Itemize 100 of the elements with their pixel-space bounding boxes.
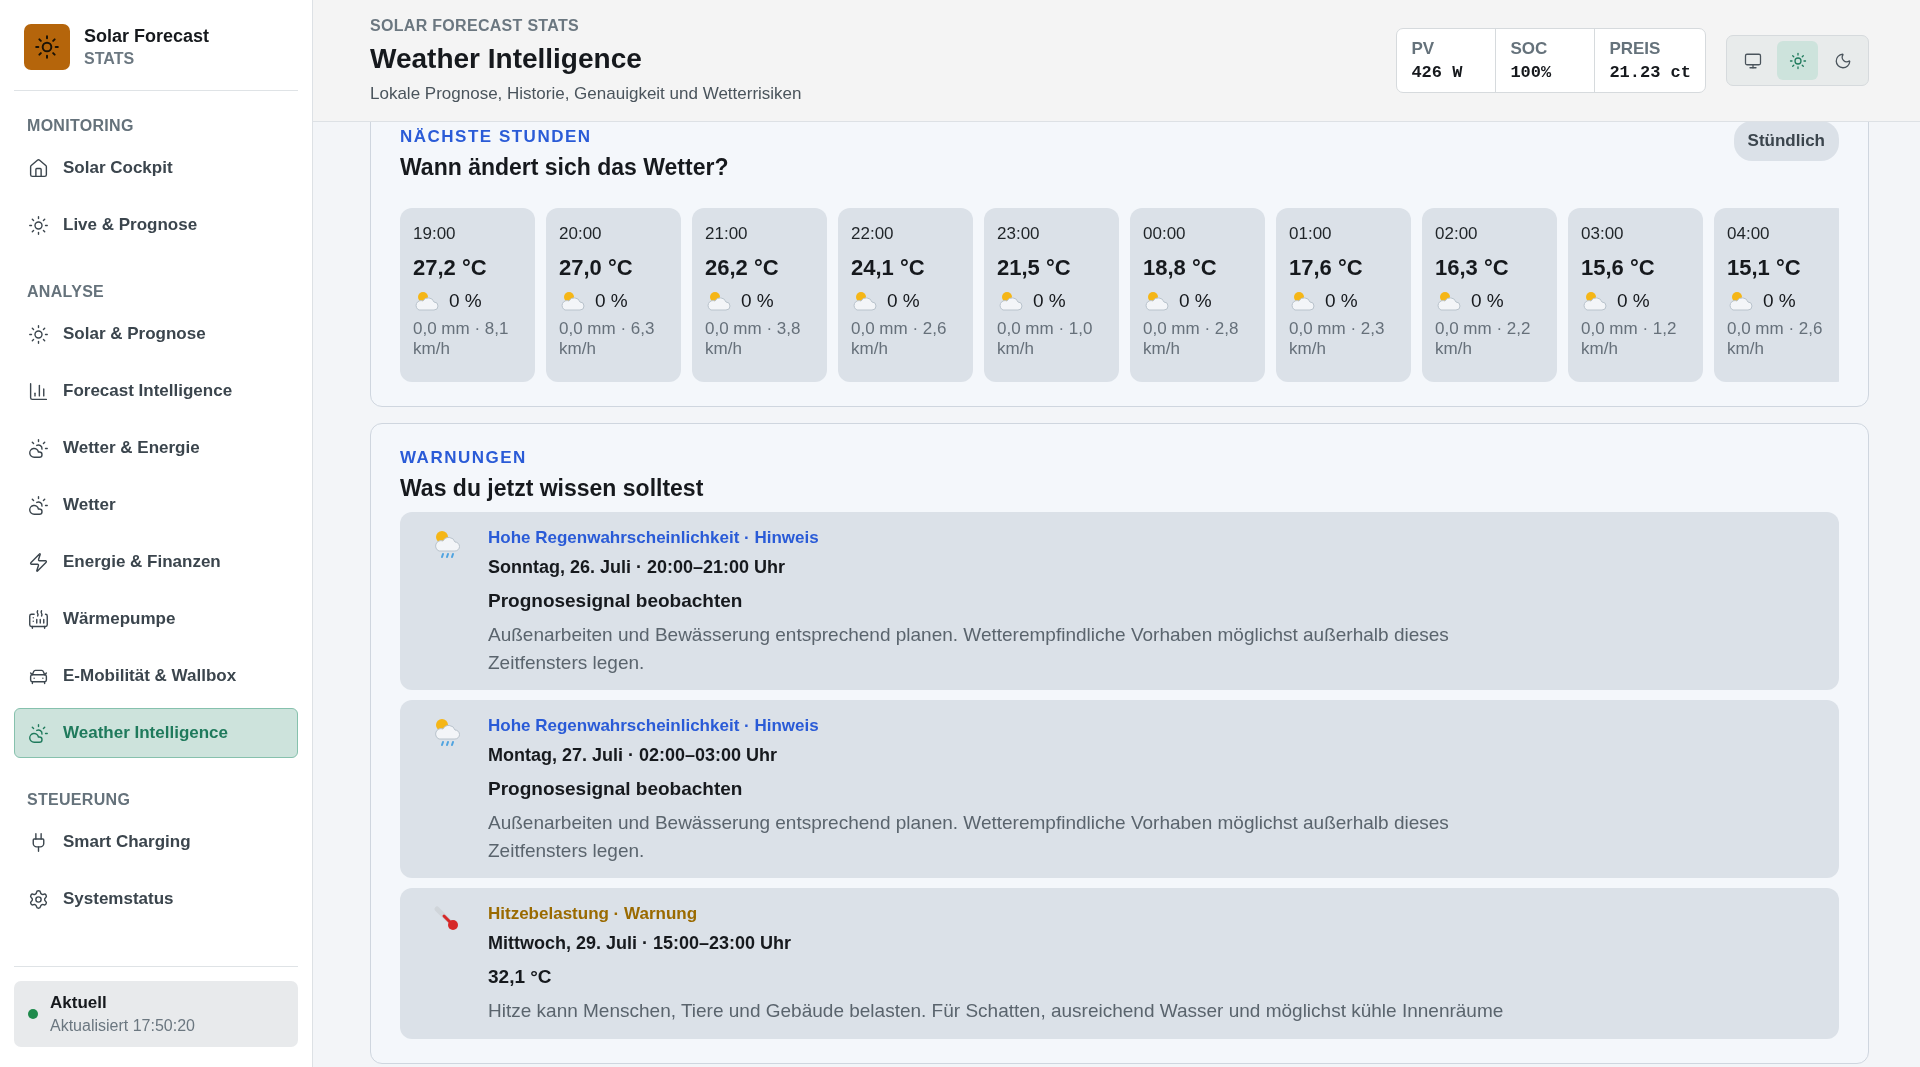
nav-icon [28, 437, 49, 459]
stat-label: PV [1411, 39, 1436, 59]
warning-time: Mittwoch, 29. Juli · 15:00–23:00 Uhr [488, 933, 793, 955]
hour-temperature: 16,3 °C [1435, 255, 1510, 281]
hour-detail: 0,0 mm · 1,2 km/h [1581, 319, 1678, 360]
stat-label: PREIS [1609, 39, 1662, 59]
nav-icon [28, 157, 49, 179]
warning-text: Hitze kann Menschen, Tiere und Gebäude belasten. Für Schatten, ausreichend Wasser und möglichst kühle Innenräume [488, 999, 1504, 1024]
hour-temperature: 17,6 °C [1289, 255, 1364, 281]
monitor-icon [1743, 51, 1762, 70]
hour-time: 22:00 [851, 224, 895, 244]
sun-logo-icon [24, 24, 70, 70]
nav-icon [28, 551, 49, 573]
hour-temperature: 26,2 °C [705, 255, 780, 281]
rain-chance: 0 % [1325, 290, 1358, 312]
warning-text: Außenarbeiten und Bewässerung entsprechend planen. Wetterempfindliche Vorhaben möglichst außerhalb dieses Zeitfensters legen. [488, 623, 1450, 675]
sun-behind-cloud-icon [705, 289, 731, 313]
nav-item[interactable]: Live & Prognose [14, 200, 298, 250]
page-kicker: SOLAR FORECAST STATS [370, 17, 580, 35]
status-updated: Aktualisiert 17:50:20 [50, 1017, 195, 1035]
hour-detail: 0,0 mm · 2,2 km/h [1435, 319, 1532, 360]
warning-type: Hohe Regenwahrscheinlichkeit · Hinweis [488, 716, 820, 737]
section-title: Was du jetzt wissen solltest [400, 475, 705, 502]
interval-badge: Stündlich [1733, 122, 1839, 161]
nav-item[interactable]: Smart Charging [14, 817, 298, 867]
rain-cloud-icon [432, 716, 462, 749]
rain-chance: 0 % [595, 290, 628, 312]
stat-label: SOC [1510, 39, 1549, 59]
nav-item[interactable]: Wetter & Energie [14, 423, 298, 473]
nav-icon [28, 323, 49, 345]
stat-value: 426 W [1411, 63, 1464, 82]
stat-value: 21.23 ct [1609, 63, 1691, 82]
hour-detail: 0,0 mm · 6,3 km/h [559, 319, 656, 360]
brand-title: Solar Forecast [84, 26, 210, 47]
sun-behind-cloud-icon [851, 289, 877, 313]
hour-temperature: 15,1 °C [1727, 255, 1802, 281]
hour-temperature: 21,5 °C [997, 255, 1072, 281]
hour-detail: 0,0 mm · 3,8 km/h [705, 319, 802, 360]
sun-behind-cloud-icon [1143, 289, 1169, 313]
hour-temperature: 24,1 °C [851, 255, 926, 281]
nav-item[interactable]: E-Mobilität & Wallbox [14, 651, 298, 701]
hour-detail: 0,0 mm · 2,8 km/h [1143, 319, 1240, 360]
warning-headline: 32,1 °C [488, 966, 553, 989]
rain-chance: 0 % [1471, 290, 1504, 312]
hour-detail: 0,0 mm · 2,3 km/h [1289, 319, 1386, 360]
hour-detail: 0,0 mm · 2,6 km/h [1727, 319, 1824, 360]
sun-behind-cloud-icon [1289, 289, 1315, 313]
page-title: Weather Intelligence [370, 43, 643, 75]
nav-item[interactable]: Forecast Intelligence [14, 366, 298, 416]
hour-time: 01:00 [1289, 224, 1333, 244]
warning-text: Außenarbeiten und Bewässerung entsprechend planen. Wetterempfindliche Vorhaben möglichst außerhalb dieses Zeitfensters legen. [488, 811, 1450, 863]
warning-time: Sonntag, 26. Juli · 20:00–21:00 Uhr [488, 557, 787, 578]
warning-type: Hitzebelastung · Warnung [488, 904, 699, 925]
hour-temperature: 18,8 °C [1143, 255, 1218, 281]
rain-chance: 0 % [1033, 290, 1066, 312]
hour-temperature: 27,0 °C [559, 255, 634, 281]
nav-item[interactable]: Systemstatus [14, 874, 298, 924]
nav-section-title: ANALYSE [26, 283, 106, 301]
nav-icon [28, 214, 49, 236]
hour-time: 19:00 [413, 224, 457, 244]
warning-type: Hohe Regenwahrscheinlichkeit · Hinweis [488, 528, 820, 548]
nav-item[interactable]: Solar & Prognose [14, 309, 298, 359]
hour-time: 04:00 [1727, 224, 1771, 244]
rain-chance: 0 % [741, 290, 774, 312]
rain-chance: 0 % [887, 290, 920, 312]
hour-detail: 0,0 mm · 8,1 km/h [413, 319, 510, 360]
brand-subtitle: STATS [84, 50, 136, 68]
nav-item[interactable]: Wetter [14, 480, 298, 530]
hour-time: 23:00 [997, 224, 1041, 244]
hour-detail: 0,0 mm · 2,6 km/h [851, 319, 948, 360]
rain-chance: 0 % [1617, 290, 1650, 312]
stat-value: 100% [1510, 63, 1553, 82]
warning-time: Montag, 27. Juli · 02:00–03:00 Uhr [488, 745, 779, 767]
sun-behind-cloud-icon [1581, 289, 1607, 313]
hour-detail: 0,0 mm · 1,0 km/h [997, 319, 1094, 360]
rain-chance: 0 % [449, 290, 482, 312]
rain-chance: 0 % [1763, 290, 1796, 312]
rain-cloud-icon [432, 528, 462, 560]
nav-icon [28, 722, 49, 744]
nav-item[interactable]: Wärmepumpe [14, 594, 298, 644]
hour-temperature: 27,2 °C [413, 255, 488, 281]
nav-item[interactable]: Weather Intelligence [14, 708, 298, 758]
nav-section-title: MONITORING [26, 117, 135, 135]
hour-time: 00:00 [1143, 224, 1187, 244]
sun-icon [1788, 51, 1807, 70]
sun-behind-cloud-icon [1727, 289, 1753, 313]
sun-behind-cloud-icon [997, 289, 1023, 313]
nav-section-title: STEUERUNG [26, 791, 132, 809]
section-kicker: WARNUNGEN [400, 448, 528, 468]
nav-item[interactable]: Solar Cockpit [14, 143, 298, 193]
sun-behind-cloud-icon [413, 289, 439, 313]
sun-behind-cloud-icon [559, 289, 585, 313]
hour-temperature: 15,6 °C [1581, 255, 1656, 281]
hour-time: 03:00 [1581, 224, 1625, 244]
nav-icon [28, 888, 49, 910]
sun-behind-cloud-icon [1435, 289, 1461, 313]
warning-headline: Prognosesignal beobachten [488, 590, 744, 612]
page-subtitle: Lokale Prognose, Historie, Genauigkeit und Wetterrisiken [370, 84, 802, 104]
nav-item[interactable]: Energie & Finanzen [14, 537, 298, 587]
section-kicker: NÄCHSTE STUNDEN [400, 127, 593, 147]
